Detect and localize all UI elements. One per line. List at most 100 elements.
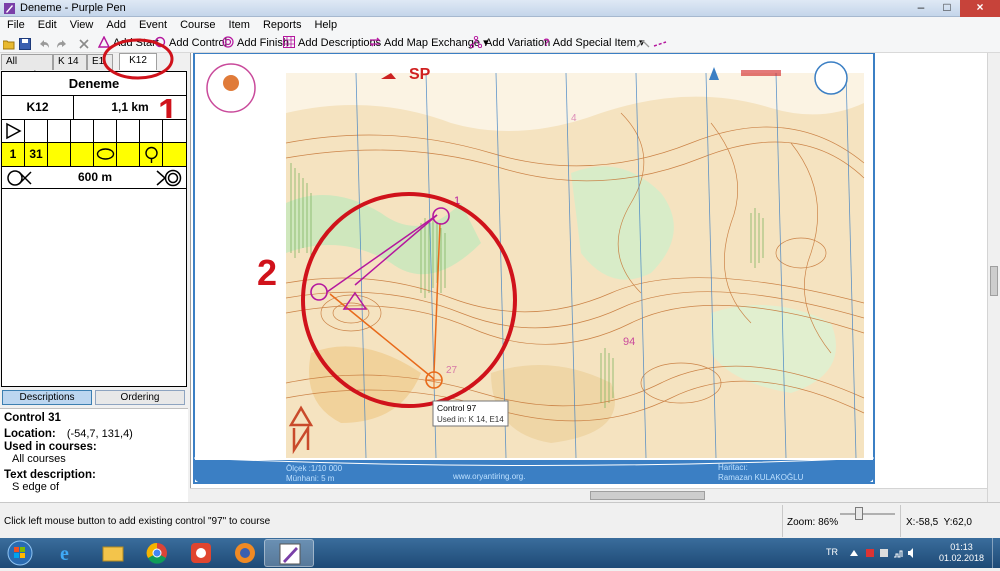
start-triangle-icon	[6, 122, 22, 140]
control-number-4: 4	[571, 113, 577, 124]
ordering-tab-button[interactable]: Ordering	[95, 390, 185, 405]
horizontal-scroll-thumb[interactable]	[590, 491, 705, 500]
add-descriptions-button[interactable]: Add Descriptions	[283, 36, 381, 51]
used-in-courses-label: Used in courses:	[4, 441, 97, 453]
save-icon[interactable]	[19, 38, 31, 50]
start-orb-icon[interactable]	[6, 540, 34, 566]
finish-double-circle-icon	[156, 169, 182, 187]
add-variation-button[interactable]: Add Variation	[470, 36, 550, 51]
text-description-value: S edge of	[12, 481, 60, 493]
desc-feature-cell	[94, 143, 117, 166]
variation-fork-icon	[470, 36, 482, 48]
map-scale-text: Ölçek :1/10 000	[286, 464, 343, 473]
desc-course-name: K12	[2, 96, 74, 119]
map-view[interactable]: SP Ölçek :1/10 000 Münhani: 5 m www.orya…	[190, 53, 987, 488]
purple-pen-app-icon	[4, 3, 15, 14]
window-title: Deneme - Purple Pen	[20, 2, 126, 14]
windows-taskbar: e TR 01:13 01.02.2018	[0, 538, 1000, 568]
purple-pen-icon	[279, 543, 301, 565]
orienteering-map[interactable]: SP Ölçek :1/10 000 Münhani: 5 m www.orya…	[191, 53, 987, 488]
svg-text:e: e	[60, 543, 69, 565]
sponsor-logo	[814, 61, 848, 95]
desc-finish-row: 600 m	[2, 167, 186, 189]
selected-control-heading: Control 31	[4, 412, 61, 424]
finish-from-control-icon	[7, 170, 32, 186]
zoom-slider[interactable]	[840, 513, 895, 515]
coordinates-readout: X:-58,5 Y:62,0	[906, 517, 972, 528]
annotation-number-1: 1	[158, 91, 178, 118]
desc-control-row[interactable]: 1 31	[2, 143, 186, 167]
taskbar-chrome[interactable]	[132, 539, 182, 567]
finish-double-circle-icon	[222, 36, 234, 48]
internet-explorer-icon: e	[60, 543, 69, 565]
map-label-94: 94	[623, 336, 635, 348]
question-mark-icon: ?	[543, 37, 550, 49]
menu-edit[interactable]: Edit	[31, 17, 63, 31]
redo-icon[interactable]	[56, 38, 68, 50]
descriptions-grid-icon	[283, 36, 295, 48]
maximize-button[interactable]: □	[934, 0, 960, 17]
minimize-button[interactable]: –	[908, 0, 934, 17]
close-button[interactable]: ×	[960, 0, 1000, 17]
clock-date: 01.02.2018	[938, 553, 984, 563]
tooltip-subtitle: Used in: K 14, E14	[437, 415, 504, 424]
system-clock[interactable]: 01:13 01.02.2018	[939, 542, 984, 564]
taskbar-app-red[interactable]	[176, 539, 226, 567]
folder-icon	[102, 546, 124, 562]
description-sheet: Deneme K12 1,1 km 1 31 600 m	[1, 71, 187, 387]
desc-start-cell	[2, 120, 25, 142]
desc-location-cell	[140, 143, 163, 166]
chrome-icon	[146, 542, 167, 564]
tray-flag-icon	[880, 549, 888, 557]
menu-add[interactable]: Add	[99, 17, 132, 31]
menu-file[interactable]: File	[0, 17, 31, 31]
map-horizontal-scrollbar[interactable]	[190, 488, 987, 502]
delete-icon[interactable]	[78, 38, 90, 50]
taskbar-purple-pen[interactable]	[264, 539, 314, 567]
menu-course[interactable]: Course	[173, 17, 221, 31]
zoom-slider-thumb[interactable]	[855, 507, 863, 520]
menu-item[interactable]: Item	[222, 17, 256, 31]
map-title-fragment: SP	[409, 66, 431, 83]
annotation-number-2: 2	[257, 252, 277, 293]
tab-all-controls[interactable]: All controls	[1, 54, 53, 81]
properties-panel: Control 31 Location: (-54,7, 131,4) Used…	[0, 408, 188, 504]
add-finish-button[interactable]: Add Finish	[222, 36, 289, 51]
firefox-icon	[235, 543, 255, 563]
status-bar: Click left mouse button to add existing …	[0, 502, 1000, 538]
tray-alert-icon	[866, 549, 874, 557]
menu-help[interactable]: Help	[307, 17, 343, 31]
tab-k14[interactable]: K 14	[53, 54, 87, 70]
used-in-courses-value: All courses	[12, 453, 66, 465]
menu-reports[interactable]: Reports	[256, 17, 308, 31]
map-mapper-name: Ramazan KULAKOĞLU	[718, 473, 804, 482]
desc-start-row	[2, 120, 186, 143]
zoom-label: Zoom: 86%	[787, 517, 839, 528]
control-tooltip: Control 97 Used in: K 14, E14	[432, 400, 509, 427]
depression-oval-icon	[96, 148, 114, 160]
network-icon	[894, 550, 903, 558]
open-icon[interactable]	[3, 38, 15, 50]
system-tray-icons[interactable]	[848, 546, 918, 560]
vertical-scroll-thumb[interactable]	[990, 266, 998, 296]
menu-event[interactable]: Event	[132, 17, 173, 31]
taskbar-firefox[interactable]	[220, 539, 270, 567]
show-desktop-button[interactable]	[992, 538, 1000, 568]
line-tool-icon[interactable]	[636, 38, 650, 50]
clock-time: 01:13	[950, 542, 973, 552]
undo-icon[interactable]	[38, 38, 50, 50]
taskbar-explorer[interactable]	[88, 539, 138, 567]
taskbar-ie[interactable]: e	[44, 539, 94, 567]
tray-expand-icon	[850, 550, 858, 556]
annotation-circle-tab	[102, 38, 174, 80]
menu-bar: File Edit View Add Event Course Item Reports Hel…	[0, 17, 1000, 34]
dashed-line-tool-icon[interactable]	[653, 38, 667, 50]
menu-view[interactable]: View	[63, 17, 100, 31]
desc-control-code: 31	[25, 143, 48, 166]
map-vertical-scrollbar[interactable]	[987, 53, 1000, 502]
language-indicator[interactable]: TR	[826, 547, 838, 557]
add-special-item-button[interactable]: ? Add Special Item ▾	[543, 36, 644, 51]
descriptions-tab-button[interactable]: Descriptions	[2, 390, 92, 405]
map-exchange-icon	[369, 37, 381, 47]
volume-icon	[908, 548, 913, 558]
